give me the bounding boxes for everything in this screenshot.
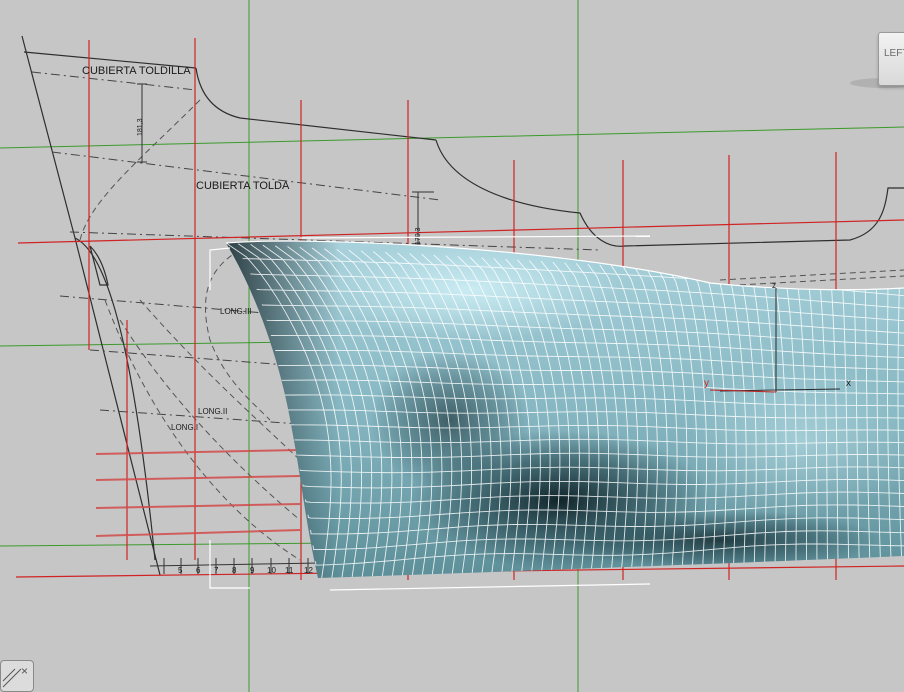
station-number: 9 xyxy=(250,566,255,575)
deck-label-lower: CUBIERTA TOLDA xyxy=(196,180,290,192)
dimension-label: 181,3 xyxy=(137,118,144,136)
viewcube-label: LEFT xyxy=(884,48,904,59)
station-number: 10 xyxy=(267,566,276,575)
deck-label-upper: CUBIERTA TOLDILLA xyxy=(82,65,191,77)
dimension-label: 170,3 xyxy=(415,227,422,245)
station-number: 12 xyxy=(304,566,313,575)
station-number: 11 xyxy=(285,566,294,575)
station-number: 5 xyxy=(178,566,183,575)
gizmo-axis-z-label: z xyxy=(772,281,776,290)
scene-canvas[interactable]: CUBIERTA TOLDILLA CUBIERTA TOLDA 181,3 1… xyxy=(0,0,904,692)
viewport-corner-widget[interactable]: × xyxy=(0,660,34,692)
viewport-left[interactable]: CUBIERTA TOLDILLA CUBIERTA TOLDA 181,3 1… xyxy=(0,0,904,692)
viewcube-face[interactable] xyxy=(878,32,904,86)
close-icon[interactable]: × xyxy=(1,661,35,692)
close-glyph: × xyxy=(21,664,28,678)
longitudinal-label: LONG.I xyxy=(171,423,198,432)
gizmo-axis-y-label: y xyxy=(704,378,709,389)
gizmo-axis-x-label: x xyxy=(846,378,851,389)
viewcube-icon[interactable]: LEFT xyxy=(850,26,904,90)
hull-mesh[interactable] xyxy=(220,236,904,581)
station-number: 7 xyxy=(214,566,219,575)
longitudinal-label: LONG.III xyxy=(220,307,252,316)
station-number: 6 xyxy=(196,566,201,575)
station-number: 8 xyxy=(232,566,237,575)
longitudinal-label: LONG.II xyxy=(198,407,227,416)
